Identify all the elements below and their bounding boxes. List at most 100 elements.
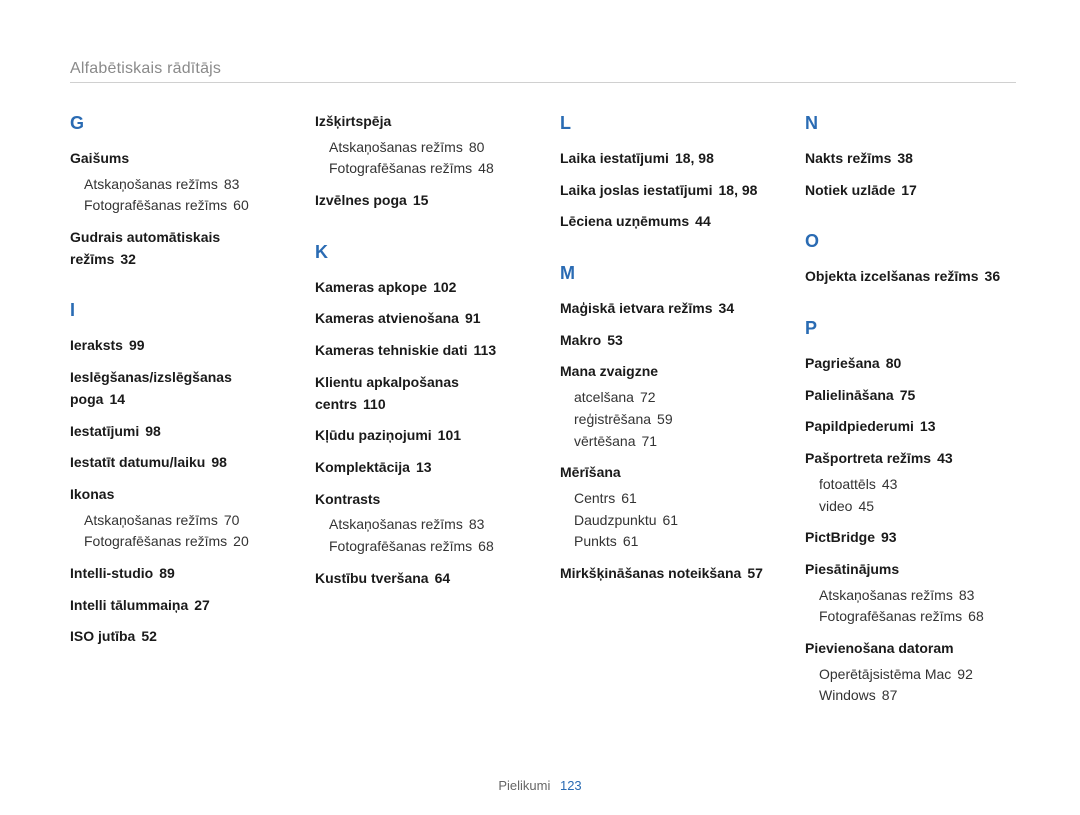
index-sub-page[interactable]: 48 [478, 160, 494, 176]
index-term[interactable]: Laika iestatījumi [560, 150, 669, 166]
index-term[interactable]: Lēciena uzņēmums [560, 213, 689, 229]
index-page-ref[interactable]: 32 [120, 251, 136, 267]
index-sub-page[interactable]: 20 [233, 533, 249, 549]
index-sub-term[interactable]: Atskaņošanas režīms [819, 587, 953, 603]
index-term[interactable]: Kustību tveršana [315, 570, 429, 586]
index-term[interactable]: Mērīšana [560, 464, 621, 480]
index-page-ref[interactable]: 36 [985, 268, 1001, 284]
index-term[interactable]: Kontrasts [315, 491, 380, 507]
index-sub-term[interactable]: Atskaņošanas režīms [329, 139, 463, 155]
index-term[interactable]: Intelli tālummaiņa [70, 597, 188, 613]
index-sub-term[interactable]: Centrs [574, 490, 615, 506]
index-page-ref[interactable]: 38 [897, 150, 913, 166]
index-page-ref[interactable]: 18, 98 [675, 150, 714, 166]
index-page-ref[interactable]: 27 [194, 597, 210, 613]
index-sub-page[interactable]: 43 [882, 476, 898, 492]
index-term[interactable]: Ikonas [70, 486, 114, 502]
index-sub-term[interactable]: Windows [819, 687, 876, 703]
index-sub-page[interactable]: 60 [233, 197, 249, 213]
index-sub-page[interactable]: 80 [469, 139, 485, 155]
index-page-ref[interactable]: 99 [129, 337, 145, 353]
index-term[interactable]: Papildpiederumi [805, 418, 914, 434]
index-sub-term[interactable]: Operētājsistēma Mac [819, 666, 951, 682]
index-page-ref[interactable]: 43 [937, 450, 953, 466]
index-sub-page[interactable]: 68 [968, 608, 984, 624]
index-term[interactable]: Gaišums [70, 150, 129, 166]
index-sub-term[interactable]: Fotografēšanas režīms [819, 608, 962, 624]
index-page-ref[interactable]: 57 [747, 565, 763, 581]
index-sub-page[interactable]: 83 [959, 587, 975, 603]
index-page-ref[interactable]: 91 [465, 310, 481, 326]
index-page-ref[interactable]: 98 [211, 454, 227, 470]
index-term[interactable]: PictBridge [805, 529, 875, 545]
index-sub-page[interactable]: 72 [640, 389, 656, 405]
index-sub-term[interactable]: Atskaņošanas režīms [84, 512, 218, 528]
index-page-ref[interactable]: 98 [145, 423, 161, 439]
index-sub-page[interactable]: 59 [657, 411, 673, 427]
index-term[interactable]: Intelli-studio [70, 565, 153, 581]
index-page-ref[interactable]: 64 [435, 570, 451, 586]
index-sub-term[interactable]: Daudzpunktu [574, 512, 657, 528]
index-page-ref[interactable]: 18, 98 [719, 182, 758, 198]
index-term[interactable]: Komplektācija [315, 459, 410, 475]
index-sub-term[interactable]: Fotografēšanas režīms [84, 197, 227, 213]
index-term[interactable]: Izšķirtspēja [315, 113, 391, 129]
index-sub-page[interactable]: 83 [224, 176, 240, 192]
index-page-ref[interactable]: 53 [607, 332, 623, 348]
index-page-ref[interactable]: 13 [416, 459, 432, 475]
index-term[interactable]: Ieraksts [70, 337, 123, 353]
index-term[interactable]: Notiek uzlāde [805, 182, 895, 198]
index-page-ref[interactable]: 80 [886, 355, 902, 371]
index-sub-term[interactable]: Atskaņošanas režīms [329, 516, 463, 532]
index-term[interactable]: Piesātinājums [805, 561, 899, 577]
index-term[interactable]: Laika joslas iestatījumi [560, 182, 713, 198]
index-page-ref[interactable]: 113 [474, 342, 497, 358]
index-page-ref[interactable]: 101 [438, 427, 461, 443]
index-sub-term[interactable]: Fotografēšanas režīms [329, 538, 472, 554]
index-page-ref[interactable]: 102 [433, 279, 456, 295]
index-sub-term[interactable]: fotoattēls [819, 476, 876, 492]
index-sub-page[interactable]: 61 [663, 512, 679, 528]
index-page-ref[interactable]: 13 [920, 418, 936, 434]
index-page-ref[interactable]: 34 [719, 300, 735, 316]
index-sub-page[interactable]: 45 [858, 498, 874, 514]
index-sub-page[interactable]: 92 [957, 666, 973, 682]
index-page-ref[interactable]: 75 [900, 387, 916, 403]
index-sub-page[interactable]: 87 [882, 687, 898, 703]
index-term[interactable]: Palielināšana [805, 387, 894, 403]
index-page-ref[interactable]: 52 [141, 628, 157, 644]
index-term[interactable]: Kameras tehniskie dati [315, 342, 468, 358]
index-sub-page[interactable]: 68 [478, 538, 494, 554]
index-page-ref[interactable]: 44 [695, 213, 711, 229]
index-sub-term[interactable]: reģistrēšana [574, 411, 651, 427]
index-sub-page[interactable]: 61 [623, 533, 639, 549]
index-sub-term[interactable]: Fotografēšanas režīms [84, 533, 227, 549]
index-sub-page[interactable]: 70 [224, 512, 240, 528]
index-page-ref[interactable]: 93 [881, 529, 897, 545]
index-sub-term[interactable]: Punkts [574, 533, 617, 549]
index-term[interactable]: Mirkšķināšanas noteikšana [560, 565, 741, 581]
index-term[interactable]: Iestatīt datumu/laiku [70, 454, 205, 470]
index-page-ref[interactable]: 89 [159, 565, 175, 581]
index-sub-term[interactable]: Atskaņošanas režīms [84, 176, 218, 192]
index-term[interactable]: Klientu apkalpošanas centrs [315, 374, 459, 412]
index-term[interactable]: Mana zvaigzne [560, 363, 658, 379]
index-term[interactable]: Makro [560, 332, 601, 348]
index-sub-page[interactable]: 61 [621, 490, 637, 506]
index-term[interactable]: Gudrais automātiskais režīms [70, 229, 220, 267]
index-term[interactable]: Izvēlnes poga [315, 192, 407, 208]
index-term[interactable]: Ieslēgšanas/izslēgšanas poga [70, 369, 232, 407]
index-term[interactable]: Maģiskā ietvara režīms [560, 300, 713, 316]
index-term[interactable]: Pagriešana [805, 355, 880, 371]
index-term[interactable]: ISO jutība [70, 628, 135, 644]
index-sub-page[interactable]: 83 [469, 516, 485, 532]
index-term[interactable]: Pašportreta režīms [805, 450, 931, 466]
index-page-ref[interactable]: 15 [413, 192, 429, 208]
index-term[interactable]: Objekta izcelšanas režīms [805, 268, 979, 284]
index-term[interactable]: Kļūdu paziņojumi [315, 427, 432, 443]
index-sub-term[interactable]: Fotografēšanas režīms [329, 160, 472, 176]
index-sub-term[interactable]: atcelšana [574, 389, 634, 405]
index-term[interactable]: Pievienošana datoram [805, 640, 954, 656]
index-page-ref[interactable]: 14 [109, 391, 125, 407]
index-term[interactable]: Iestatījumi [70, 423, 139, 439]
